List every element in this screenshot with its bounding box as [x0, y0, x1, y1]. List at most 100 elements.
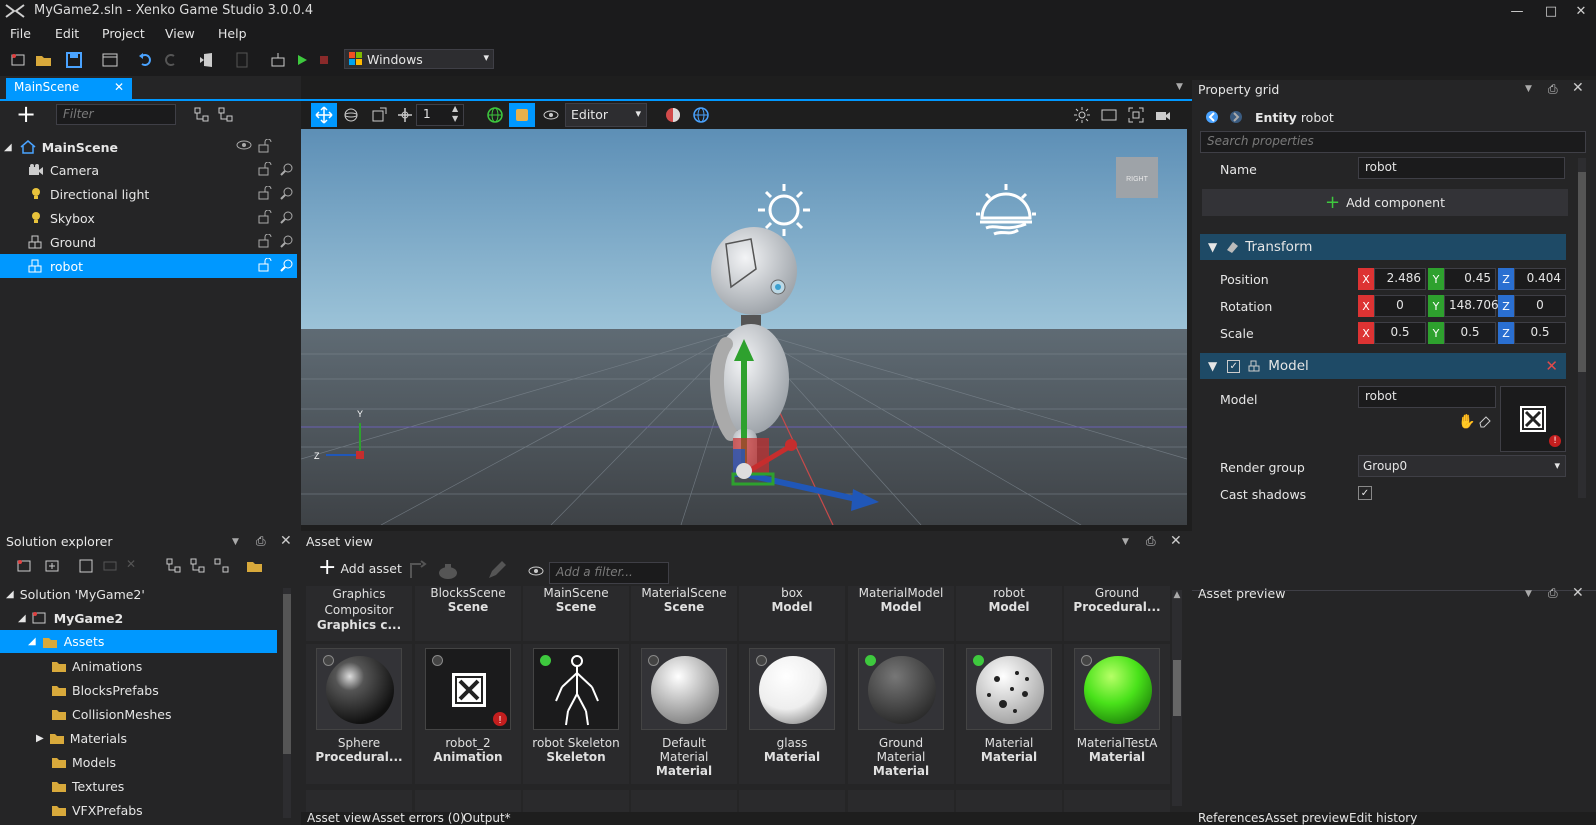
- new-project-icon[interactable]: [8, 50, 28, 70]
- tree-row-robot[interactable]: robot: [0, 254, 297, 278]
- folder-row-blocksprefabs[interactable]: BlocksPrefabs: [0, 678, 300, 702]
- expand-arrow-icon[interactable]: ◢: [4, 142, 12, 153]
- asset-tile[interactable]: [1064, 790, 1170, 812]
- cast-shadows-checkbox[interactable]: ✓: [1358, 486, 1372, 500]
- tab-asset-view[interactable]: Asset view: [307, 811, 371, 825]
- expand-arrow-icon[interactable]: ▶: [36, 733, 44, 744]
- close-panel-icon[interactable]: ✕: [1170, 533, 1182, 549]
- snap-icon[interactable]: [396, 106, 414, 124]
- tree-row-ground[interactable]: Ground: [0, 230, 300, 254]
- asset-tile[interactable]: [523, 790, 629, 812]
- tree-row-mainscene[interactable]: ◢ MainScene: [0, 135, 300, 159]
- material-sphere-icon[interactable]: [664, 106, 682, 124]
- asset-tile[interactable]: Material Material: [956, 644, 1062, 784]
- expand-all-icon[interactable]: [166, 558, 182, 574]
- new-project-icon[interactable]: [16, 558, 32, 574]
- model-input[interactable]: robot: [1358, 386, 1496, 408]
- asset-tile[interactable]: Sphere Procedural...: [306, 644, 412, 784]
- camera-perspective-icon[interactable]: [509, 103, 535, 127]
- menu-help[interactable]: Help: [218, 26, 247, 41]
- scrollbar-thumb[interactable]: [283, 594, 291, 754]
- model-thumbnail[interactable]: !: [1500, 386, 1566, 452]
- lock-icon[interactable]: [258, 162, 272, 176]
- tab-asset-errors[interactable]: Asset errors (0): [372, 811, 465, 825]
- name-input[interactable]: robot: [1358, 157, 1565, 179]
- add-folder-icon[interactable]: [44, 558, 60, 574]
- asset-filter-input[interactable]: Add a filter...: [549, 562, 669, 584]
- collapse-arrow-icon[interactable]: ▼: [1208, 359, 1217, 373]
- expand-arrow-icon[interactable]: ◢: [6, 589, 14, 600]
- position-y-input[interactable]: 0.45: [1444, 268, 1496, 290]
- tree-row-camera[interactable]: Camera: [0, 158, 300, 182]
- rotation-x-input[interactable]: 0: [1374, 295, 1426, 317]
- search-icon[interactable]: [280, 210, 294, 224]
- enabled-checkbox[interactable]: ✓: [1227, 359, 1241, 373]
- window-icon[interactable]: [100, 50, 120, 70]
- tab-output[interactable]: Output*: [463, 811, 511, 825]
- sync-icon[interactable]: [214, 558, 230, 574]
- asset-tile[interactable]: [956, 790, 1062, 812]
- scene-render[interactable]: RIGHT Y Z: [301, 129, 1187, 525]
- asset-scrollbar[interactable]: ▲: [1172, 590, 1182, 806]
- rotation-y-input[interactable]: 148.706: [1444, 295, 1499, 317]
- scale-x-input[interactable]: 0.5: [1374, 322, 1426, 344]
- close-window-button[interactable]: ✕: [1564, 0, 1596, 22]
- search-properties-input[interactable]: Search properties: [1200, 131, 1586, 153]
- asset-tile[interactable]: Ground Procedural...: [1064, 586, 1170, 641]
- asset-tile[interactable]: Ground Material Material: [848, 644, 954, 784]
- frame-icon[interactable]: [1127, 106, 1145, 124]
- rotation-z-input[interactable]: 0: [1514, 295, 1566, 317]
- expand-arrow-icon[interactable]: ◢: [18, 613, 26, 624]
- asset-tile[interactable]: [415, 790, 521, 812]
- lock-icon[interactable]: [258, 186, 272, 200]
- eye-icon[interactable]: [543, 109, 559, 121]
- screen-icon[interactable]: [1100, 106, 1118, 124]
- panel-menu-icon[interactable]: ▼: [1525, 84, 1532, 94]
- eye-icon[interactable]: [528, 565, 544, 577]
- scene-viewport[interactable]: RIGHT Y Z: [301, 129, 1187, 525]
- panel-menu-icon[interactable]: ▼: [1176, 82, 1183, 92]
- close-panel-icon[interactable]: ✕: [1572, 585, 1584, 601]
- solution-row[interactable]: ◢ Solution 'MyGame2': [0, 582, 300, 606]
- panel-menu-icon[interactable]: ▼: [1525, 589, 1532, 599]
- folder-row-vfxprefabs[interactable]: VFXPrefabs: [0, 798, 300, 822]
- scrollbar-thumb[interactable]: [1578, 172, 1586, 372]
- lock-icon[interactable]: [258, 210, 272, 224]
- search-icon[interactable]: [280, 234, 294, 248]
- eraser-icon[interactable]: [1478, 414, 1492, 428]
- asset-tile[interactable]: [631, 790, 737, 812]
- menu-file[interactable]: File: [10, 26, 31, 41]
- pin-icon[interactable]: ⎙: [1146, 534, 1156, 549]
- close-panel-icon[interactable]: ✕: [280, 533, 292, 549]
- solution-scrollbar[interactable]: [283, 588, 291, 818]
- pin-icon[interactable]: ⎙: [1548, 586, 1558, 601]
- asset-tile[interactable]: ! robot_2 Animation: [415, 644, 521, 784]
- menu-edit[interactable]: Edit: [55, 26, 79, 41]
- save-icon[interactable]: [64, 50, 84, 70]
- scale-z-input[interactable]: 0.5: [1514, 322, 1566, 344]
- properties-icon[interactable]: [78, 558, 94, 574]
- search-icon[interactable]: [280, 162, 294, 176]
- globe-icon[interactable]: [486, 106, 504, 124]
- folder-row-materials[interactable]: ▶ Materials: [0, 726, 300, 750]
- tab-mainscene[interactable]: MainScene ✕: [6, 78, 132, 99]
- asset-tile[interactable]: MaterialTestA Material: [1064, 644, 1170, 784]
- model-section-header[interactable]: ▼ ✓ Model ✕: [1200, 353, 1566, 379]
- asset-tile[interactable]: [739, 790, 845, 812]
- rotate-tool-icon[interactable]: [342, 106, 360, 124]
- undo-icon[interactable]: [136, 50, 156, 70]
- translate-tool-icon[interactable]: [311, 103, 337, 127]
- world-icon[interactable]: [692, 106, 710, 124]
- lock-icon[interactable]: [258, 139, 272, 153]
- panel-menu-icon[interactable]: ▼: [232, 537, 239, 547]
- asset-tile[interactable]: MaterialModel Model: [848, 586, 954, 641]
- asset-tile[interactable]: BlocksScene Scene: [415, 586, 521, 641]
- folder-row-animations[interactable]: Animations: [0, 654, 300, 678]
- tree-row-directional-light[interactable]: Directional light: [0, 182, 300, 206]
- stepper-arrows-icon[interactable]: ▲ ▼: [452, 104, 458, 124]
- asset-tile[interactable]: MaterialScene Scene: [631, 586, 737, 641]
- pin-icon[interactable]: ⎙: [256, 534, 266, 549]
- collapse-all-icon[interactable]: [190, 558, 206, 574]
- folder-row-models[interactable]: Models: [0, 750, 300, 774]
- platform-select[interactable]: Windows ▾: [344, 49, 494, 69]
